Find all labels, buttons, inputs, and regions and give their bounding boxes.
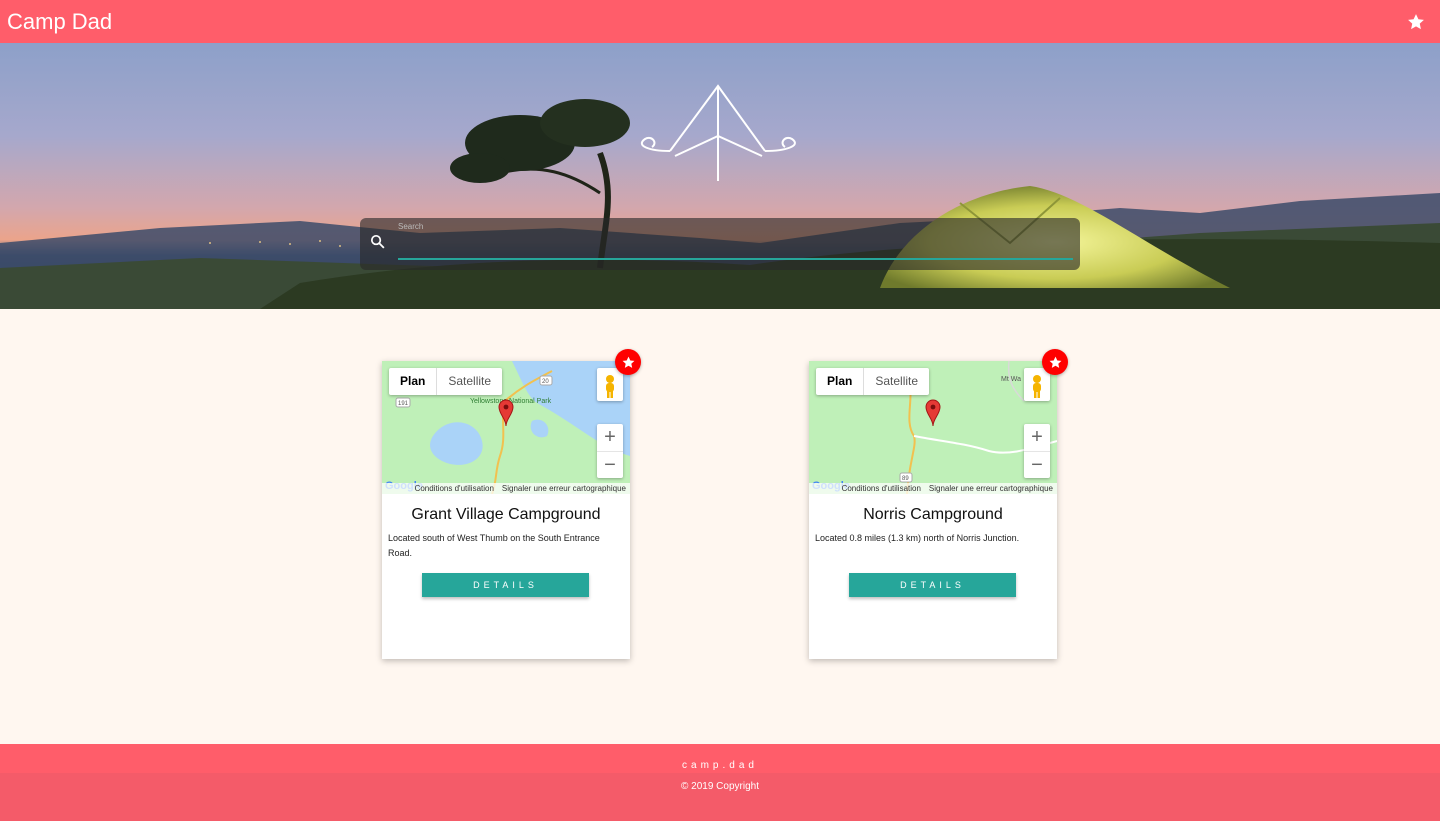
map-type-plan[interactable]: Plan bbox=[816, 368, 865, 395]
map-place-label: Mt Wa bbox=[1001, 376, 1021, 383]
tent-logo-icon bbox=[640, 84, 796, 181]
zoom-control: + − bbox=[1024, 424, 1050, 478]
favorite-button[interactable] bbox=[615, 349, 641, 375]
details-button[interactable]: DETAILS bbox=[849, 573, 1016, 597]
map-pin-icon[interactable] bbox=[925, 399, 941, 427]
map-type-control: Plan Satellite bbox=[816, 368, 930, 395]
map-type-control: Plan Satellite bbox=[389, 368, 503, 395]
campground-description: Located 0.8 miles (1.3 km) north of Norr… bbox=[815, 533, 1020, 543]
search-label: Search bbox=[398, 222, 424, 231]
map-attribution: Conditions d'utilisation Signaler une er… bbox=[382, 483, 630, 494]
map-shield-89: 89 bbox=[902, 476, 909, 482]
map-terms-link[interactable]: Conditions d'utilisation bbox=[842, 484, 921, 493]
map-shield-20: 20 bbox=[542, 379, 549, 385]
campground-card: 89 Mt Wa Plan Satellite + − Google Condi… bbox=[809, 361, 1057, 659]
pegman-icon bbox=[1033, 375, 1041, 398]
app-bar: Camp Dad bbox=[0, 0, 1440, 43]
map-report-link[interactable]: Signaler une erreur cartographique bbox=[502, 484, 626, 493]
zoom-control: + − bbox=[597, 424, 623, 478]
page-footer: camp.dad © 2019 Copyright bbox=[0, 744, 1440, 821]
search-input[interactable] bbox=[398, 234, 1073, 260]
street-view-control[interactable] bbox=[597, 368, 623, 401]
map-pin-icon[interactable] bbox=[498, 399, 514, 427]
map-shield-191: 191 bbox=[398, 401, 409, 407]
hero-banner: Search bbox=[0, 43, 1440, 309]
campground-description: Located south of West Thumb on the South… bbox=[388, 533, 600, 558]
street-view-control[interactable] bbox=[1024, 368, 1050, 401]
search-icon bbox=[370, 234, 385, 249]
favorites-star-icon[interactable] bbox=[1406, 12, 1426, 32]
zoom-in-button[interactable]: + bbox=[597, 424, 623, 452]
map-attribution: Conditions d'utilisation Signaler une er… bbox=[809, 483, 1057, 494]
map-type-satellite[interactable]: Satellite bbox=[864, 368, 929, 395]
footer-brand[interactable]: camp.dad bbox=[0, 760, 1440, 771]
details-button[interactable]: DETAILS bbox=[422, 573, 589, 597]
star-icon bbox=[622, 356, 634, 368]
zoom-out-button[interactable]: − bbox=[597, 452, 623, 479]
zoom-out-button[interactable]: − bbox=[1024, 452, 1050, 479]
campground-title: Norris Campground bbox=[863, 506, 1003, 523]
pegman-icon bbox=[606, 375, 614, 398]
map-type-plan[interactable]: Plan bbox=[389, 368, 438, 395]
app-title[interactable]: Camp Dad bbox=[7, 9, 112, 35]
campground-title: Grant Village Campground bbox=[411, 506, 601, 523]
campground-map[interactable]: 89 Mt Wa Plan Satellite + − Google Condi… bbox=[809, 361, 1057, 494]
map-type-satellite[interactable]: Satellite bbox=[437, 368, 502, 395]
campground-map[interactable]: 191 20 Yellowstone National Park Plan Sa… bbox=[382, 361, 630, 494]
campground-card: 191 20 Yellowstone National Park Plan Sa… bbox=[382, 361, 630, 659]
star-icon bbox=[1049, 356, 1061, 368]
map-terms-link[interactable]: Conditions d'utilisation bbox=[415, 484, 494, 493]
map-report-link[interactable]: Signaler une erreur cartographique bbox=[929, 484, 1053, 493]
search-bar: Search bbox=[360, 218, 1080, 270]
favorite-button[interactable] bbox=[1042, 349, 1068, 375]
footer-copyright: © 2019 Copyright bbox=[681, 781, 759, 792]
zoom-in-button[interactable]: + bbox=[1024, 424, 1050, 452]
